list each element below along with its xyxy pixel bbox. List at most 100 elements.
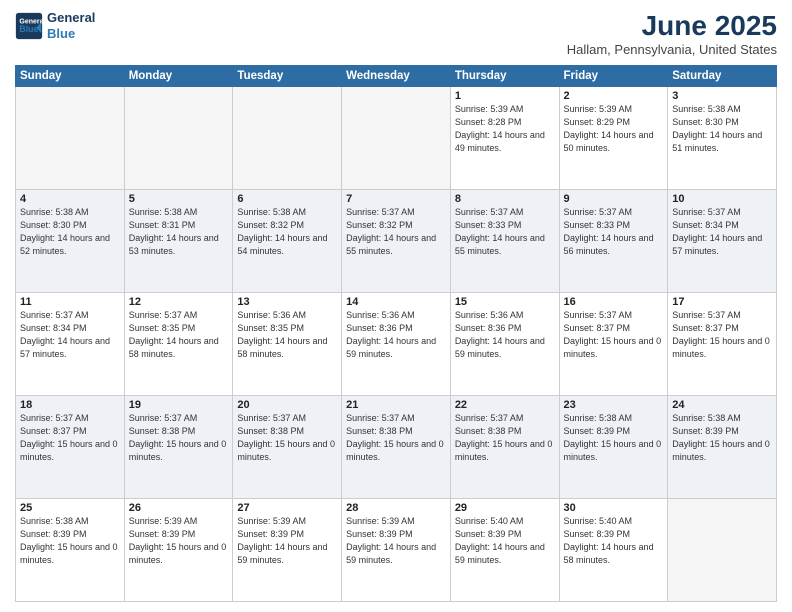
day-info: Sunrise: 5:39 AMSunset: 8:29 PMDaylight:… bbox=[564, 103, 664, 155]
calendar-cell: 13Sunrise: 5:36 AMSunset: 8:35 PMDayligh… bbox=[233, 293, 342, 396]
day-number: 2 bbox=[564, 90, 664, 102]
day-info: Sunrise: 5:37 AMSunset: 8:34 PMDaylight:… bbox=[672, 206, 772, 258]
calendar-cell: 26Sunrise: 5:39 AMSunset: 8:39 PMDayligh… bbox=[124, 499, 233, 602]
day-number: 25 bbox=[20, 502, 120, 514]
title-block: June 2025 Hallam, Pennsylvania, United S… bbox=[567, 10, 777, 57]
col-thursday: Thursday bbox=[450, 66, 559, 87]
day-number: 29 bbox=[455, 502, 555, 514]
day-number: 18 bbox=[20, 399, 120, 411]
calendar-cell bbox=[668, 499, 777, 602]
day-number: 20 bbox=[237, 399, 337, 411]
day-number: 8 bbox=[455, 193, 555, 205]
day-number: 17 bbox=[672, 296, 772, 308]
calendar-cell: 8Sunrise: 5:37 AMSunset: 8:33 PMDaylight… bbox=[450, 190, 559, 293]
day-number: 16 bbox=[564, 296, 664, 308]
calendar-cell bbox=[342, 87, 451, 190]
day-number: 30 bbox=[564, 502, 664, 514]
day-info: Sunrise: 5:38 AMSunset: 8:31 PMDaylight:… bbox=[129, 206, 229, 258]
day-info: Sunrise: 5:38 AMSunset: 8:30 PMDaylight:… bbox=[672, 103, 772, 155]
day-info: Sunrise: 5:37 AMSunset: 8:32 PMDaylight:… bbox=[346, 206, 446, 258]
header: General Blue General Blue June 2025 Hall… bbox=[15, 10, 777, 57]
day-info: Sunrise: 5:37 AMSunset: 8:38 PMDaylight:… bbox=[237, 412, 337, 464]
day-number: 9 bbox=[564, 193, 664, 205]
col-wednesday: Wednesday bbox=[342, 66, 451, 87]
calendar-cell: 3Sunrise: 5:38 AMSunset: 8:30 PMDaylight… bbox=[668, 87, 777, 190]
page: General Blue General Blue June 2025 Hall… bbox=[0, 0, 792, 612]
calendar-table: Sunday Monday Tuesday Wednesday Thursday… bbox=[15, 65, 777, 602]
day-info: Sunrise: 5:40 AMSunset: 8:39 PMDaylight:… bbox=[564, 515, 664, 567]
calendar-cell: 17Sunrise: 5:37 AMSunset: 8:37 PMDayligh… bbox=[668, 293, 777, 396]
day-info: Sunrise: 5:36 AMSunset: 8:36 PMDaylight:… bbox=[346, 309, 446, 361]
day-info: Sunrise: 5:37 AMSunset: 8:38 PMDaylight:… bbox=[346, 412, 446, 464]
day-info: Sunrise: 5:37 AMSunset: 8:33 PMDaylight:… bbox=[455, 206, 555, 258]
day-info: Sunrise: 5:38 AMSunset: 8:39 PMDaylight:… bbox=[20, 515, 120, 567]
logo-text: General Blue bbox=[47, 10, 95, 41]
day-info: Sunrise: 5:36 AMSunset: 8:35 PMDaylight:… bbox=[237, 309, 337, 361]
calendar-header-row: Sunday Monday Tuesday Wednesday Thursday… bbox=[16, 66, 777, 87]
day-number: 23 bbox=[564, 399, 664, 411]
calendar-cell: 24Sunrise: 5:38 AMSunset: 8:39 PMDayligh… bbox=[668, 396, 777, 499]
day-info: Sunrise: 5:37 AMSunset: 8:37 PMDaylight:… bbox=[20, 412, 120, 464]
logo: General Blue General Blue bbox=[15, 10, 95, 41]
calendar-cell bbox=[16, 87, 125, 190]
col-sunday: Sunday bbox=[16, 66, 125, 87]
calendar-cell: 9Sunrise: 5:37 AMSunset: 8:33 PMDaylight… bbox=[559, 190, 668, 293]
calendar-cell: 29Sunrise: 5:40 AMSunset: 8:39 PMDayligh… bbox=[450, 499, 559, 602]
calendar-cell: 25Sunrise: 5:38 AMSunset: 8:39 PMDayligh… bbox=[16, 499, 125, 602]
calendar-cell: 23Sunrise: 5:38 AMSunset: 8:39 PMDayligh… bbox=[559, 396, 668, 499]
day-number: 26 bbox=[129, 502, 229, 514]
calendar-cell: 22Sunrise: 5:37 AMSunset: 8:38 PMDayligh… bbox=[450, 396, 559, 499]
day-info: Sunrise: 5:39 AMSunset: 8:28 PMDaylight:… bbox=[455, 103, 555, 155]
day-info: Sunrise: 5:38 AMSunset: 8:30 PMDaylight:… bbox=[20, 206, 120, 258]
subtitle: Hallam, Pennsylvania, United States bbox=[567, 42, 777, 57]
calendar-cell: 6Sunrise: 5:38 AMSunset: 8:32 PMDaylight… bbox=[233, 190, 342, 293]
day-info: Sunrise: 5:38 AMSunset: 8:39 PMDaylight:… bbox=[564, 412, 664, 464]
day-number: 7 bbox=[346, 193, 446, 205]
day-number: 1 bbox=[455, 90, 555, 102]
calendar-cell: 5Sunrise: 5:38 AMSunset: 8:31 PMDaylight… bbox=[124, 190, 233, 293]
calendar-cell: 28Sunrise: 5:39 AMSunset: 8:39 PMDayligh… bbox=[342, 499, 451, 602]
day-number: 6 bbox=[237, 193, 337, 205]
calendar-cell: 2Sunrise: 5:39 AMSunset: 8:29 PMDaylight… bbox=[559, 87, 668, 190]
day-number: 28 bbox=[346, 502, 446, 514]
calendar-cell: 21Sunrise: 5:37 AMSunset: 8:38 PMDayligh… bbox=[342, 396, 451, 499]
day-number: 3 bbox=[672, 90, 772, 102]
day-number: 13 bbox=[237, 296, 337, 308]
day-number: 12 bbox=[129, 296, 229, 308]
day-info: Sunrise: 5:38 AMSunset: 8:32 PMDaylight:… bbox=[237, 206, 337, 258]
day-number: 21 bbox=[346, 399, 446, 411]
col-friday: Friday bbox=[559, 66, 668, 87]
day-number: 10 bbox=[672, 193, 772, 205]
day-number: 11 bbox=[20, 296, 120, 308]
day-number: 4 bbox=[20, 193, 120, 205]
day-number: 27 bbox=[237, 502, 337, 514]
calendar-cell: 16Sunrise: 5:37 AMSunset: 8:37 PMDayligh… bbox=[559, 293, 668, 396]
day-info: Sunrise: 5:37 AMSunset: 8:35 PMDaylight:… bbox=[129, 309, 229, 361]
day-number: 24 bbox=[672, 399, 772, 411]
day-info: Sunrise: 5:37 AMSunset: 8:37 PMDaylight:… bbox=[672, 309, 772, 361]
calendar-cell: 19Sunrise: 5:37 AMSunset: 8:38 PMDayligh… bbox=[124, 396, 233, 499]
calendar-cell: 27Sunrise: 5:39 AMSunset: 8:39 PMDayligh… bbox=[233, 499, 342, 602]
calendar-cell: 30Sunrise: 5:40 AMSunset: 8:39 PMDayligh… bbox=[559, 499, 668, 602]
calendar-cell: 4Sunrise: 5:38 AMSunset: 8:30 PMDaylight… bbox=[16, 190, 125, 293]
day-info: Sunrise: 5:36 AMSunset: 8:36 PMDaylight:… bbox=[455, 309, 555, 361]
calendar-cell: 20Sunrise: 5:37 AMSunset: 8:38 PMDayligh… bbox=[233, 396, 342, 499]
day-info: Sunrise: 5:38 AMSunset: 8:39 PMDaylight:… bbox=[672, 412, 772, 464]
calendar-body: 1Sunrise: 5:39 AMSunset: 8:28 PMDaylight… bbox=[16, 87, 777, 602]
day-number: 5 bbox=[129, 193, 229, 205]
main-title: June 2025 bbox=[567, 10, 777, 42]
calendar-cell: 7Sunrise: 5:37 AMSunset: 8:32 PMDaylight… bbox=[342, 190, 451, 293]
day-number: 14 bbox=[346, 296, 446, 308]
day-info: Sunrise: 5:37 AMSunset: 8:38 PMDaylight:… bbox=[129, 412, 229, 464]
calendar-cell bbox=[233, 87, 342, 190]
calendar-cell: 12Sunrise: 5:37 AMSunset: 8:35 PMDayligh… bbox=[124, 293, 233, 396]
calendar-cell: 11Sunrise: 5:37 AMSunset: 8:34 PMDayligh… bbox=[16, 293, 125, 396]
day-info: Sunrise: 5:37 AMSunset: 8:37 PMDaylight:… bbox=[564, 309, 664, 361]
day-info: Sunrise: 5:37 AMSunset: 8:38 PMDaylight:… bbox=[455, 412, 555, 464]
day-info: Sunrise: 5:37 AMSunset: 8:34 PMDaylight:… bbox=[20, 309, 120, 361]
day-info: Sunrise: 5:39 AMSunset: 8:39 PMDaylight:… bbox=[346, 515, 446, 567]
calendar-cell: 18Sunrise: 5:37 AMSunset: 8:37 PMDayligh… bbox=[16, 396, 125, 499]
day-number: 15 bbox=[455, 296, 555, 308]
calendar-cell bbox=[124, 87, 233, 190]
calendar-cell: 14Sunrise: 5:36 AMSunset: 8:36 PMDayligh… bbox=[342, 293, 451, 396]
